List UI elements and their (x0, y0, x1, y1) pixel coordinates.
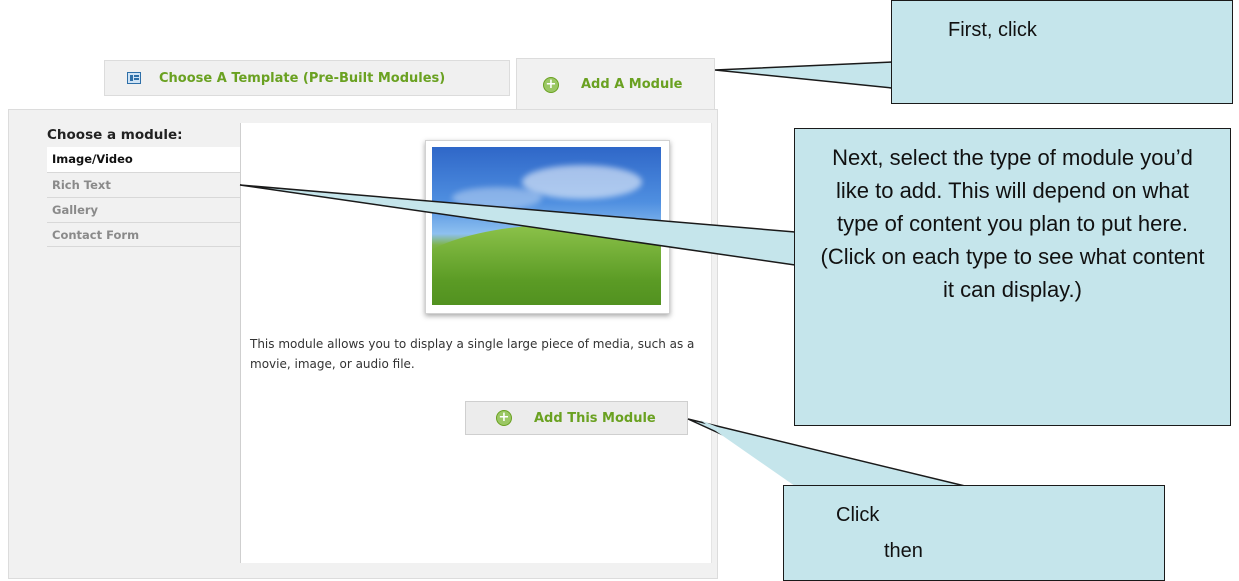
add-this-module-button[interactable]: + Add This Module (465, 401, 688, 435)
plus-circle-icon: + (543, 76, 559, 93)
callout-first-click: First, click (891, 0, 1233, 104)
module-item-image-video[interactable]: Image/Video (47, 147, 240, 172)
callout-next-text: Next, select the type of module you’d li… (820, 145, 1205, 302)
plus-circle-icon: + (496, 410, 512, 426)
callout-then-text: then (884, 540, 923, 562)
tab-choose-template[interactable]: Choose A Template (Pre-Built Modules) (104, 60, 510, 96)
module-item-contact-form[interactable]: Contact Form (47, 222, 240, 247)
module-list-heading: Choose a module: (47, 127, 183, 143)
callout-select-module: Next, select the type of module you’d li… (794, 128, 1231, 426)
tab-choose-template-label: Choose A Template (Pre-Built Modules) (159, 70, 446, 86)
callout-click-then: Click then (783, 485, 1165, 581)
callout-first-text: First, click (948, 19, 1037, 41)
tab-add-module-label: Add A Module (581, 77, 683, 92)
module-item-rich-text[interactable]: Rich Text (47, 172, 240, 197)
module-description: This module allows you to display a sing… (250, 337, 695, 371)
callout-click-text: Click (836, 504, 880, 526)
tab-add-module[interactable]: + Add A Module (516, 58, 715, 110)
module-list: Image/Video Rich Text Gallery Contact Fo… (47, 147, 240, 247)
add-this-module-label: Add This Module (534, 410, 656, 426)
module-preview-image (425, 140, 670, 314)
template-grid-icon (127, 72, 141, 84)
landscape-thumbnail (432, 147, 661, 305)
module-item-gallery[interactable]: Gallery (47, 197, 240, 222)
